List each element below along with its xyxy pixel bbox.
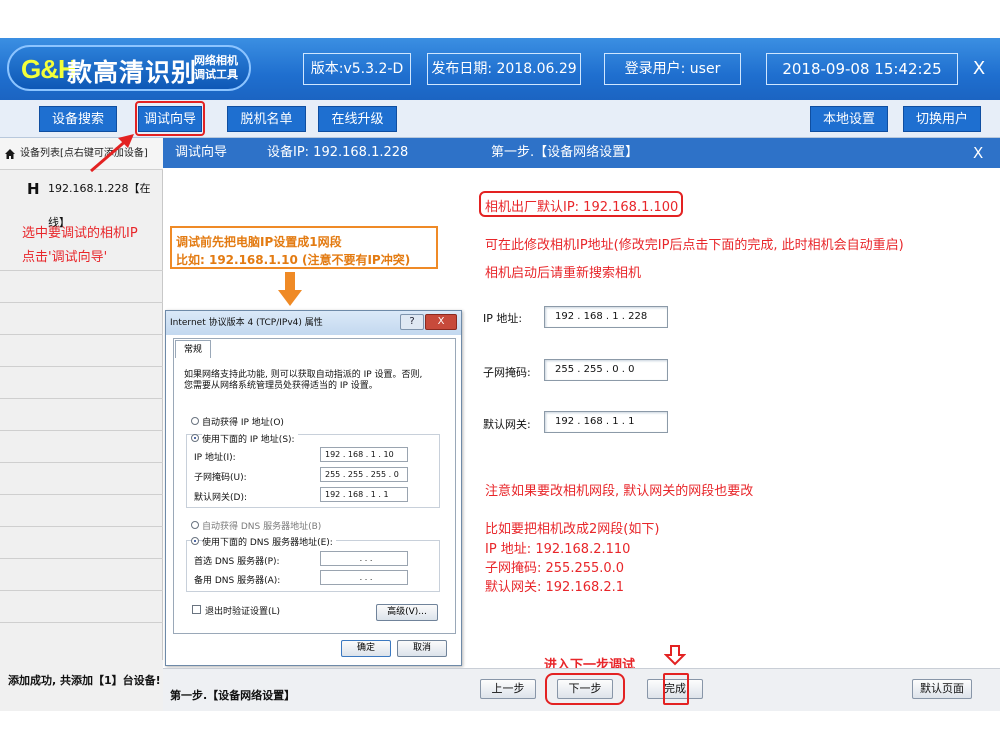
list-divider [0,398,163,399]
segment-note: 注意如果要改相机网段, 默认网关的网段也要改 [485,484,754,499]
left-annotation-line2: 点击'调试向导' [22,250,108,265]
list-divider [0,494,163,495]
auto-ip-radio[interactable] [191,417,199,425]
ip-address-input[interactable]: 192 . 168 . 1 . 228 [544,306,668,328]
online-upgrade-button[interactable]: 在线升级 [318,106,397,132]
example-ip: IP 地址: 192.168.2.110 [485,542,631,557]
example-gateway: 默认网关: 192.168.2.1 [485,580,625,595]
logo-subtitle-line2: 调试工具 [194,68,238,81]
debug-wizard-highlight [135,101,205,136]
pc-ip-instruction-line2: 比如: 192.168.1.10 (注意不要有IP冲突) [176,253,411,267]
dialog-dns2-input[interactable]: . . . [320,570,408,585]
dialog-ok-button[interactable]: 确定 [341,640,391,657]
ip-address-label: IP 地址: [483,312,523,325]
offline-list-button[interactable]: 脱机名单 [227,106,306,132]
version-label: 版本:v5.3.2-D [303,53,411,85]
dialog-dns2-label: 备用 DNS 服务器(A): [194,576,281,586]
prev-step-button[interactable]: 上一步 [480,679,536,699]
default-page-button[interactable]: 默认页面 [912,679,972,699]
subnet-mask-label: 子网掩码: [483,366,531,379]
login-user-label: 登录用户: user [604,53,741,85]
wizard-device-ip: 设备IP: 192.168.1.228 [267,145,409,160]
use-dns-label: 使用下面的 DNS 服务器地址(E): [202,535,336,548]
dialog-dns1-label: 首选 DNS 服务器(P): [194,557,280,567]
down-arrow-icon [664,645,686,666]
dialog-ip-input[interactable]: 192 . 168 . 1 . 10 [320,447,408,462]
list-divider [0,334,163,335]
dialog-dns1-input[interactable]: . . . [320,551,408,566]
list-divider [0,302,163,303]
dialog-help-button[interactable]: ? [400,314,424,330]
example-title: 比如要把相机改成2网段(如下) [485,522,660,537]
logo-subtitle: 网络相机 调试工具 [194,54,250,82]
modify-ip-note-line1: 可在此修改相机IP地址(修改完IP后点击下面的完成, 此时相机会自动重启) [485,238,904,253]
dialog-gateway-label: 默认网关(D): [194,493,247,503]
validate-label: 退出时验证设置(L) [205,607,281,617]
use-ip-radio[interactable] [191,434,199,442]
wizard-step-title: 第一步.【设备网络设置】 [491,145,639,160]
next-step-button[interactable]: 下一步 [557,679,613,699]
left-annotation-line1: 选中要调试的相机IP [22,226,138,241]
list-divider [0,462,163,463]
release-date-label: 发布日期: 2018.06.29 [427,53,581,85]
device-list-heading: 设备列表[点右键可添加设备] [0,138,163,170]
logo-subtitle-line1: 网络相机 [194,54,238,67]
finish-highlight [663,673,689,705]
dialog-cancel-button[interactable]: 取消 [397,640,447,657]
app-window: G&H 款高清识别 网络相机 调试工具 版本:v5.3.2-D 发布日期: 20… [0,0,1000,750]
dialog-gateway-input[interactable]: 192 . 168 . 1 . 1 [320,487,408,502]
validate-checkbox[interactable] [192,605,201,614]
example-mask: 子网掩码: 255.255.0.0 [485,561,625,576]
list-divider [0,526,163,527]
list-divider [0,366,163,367]
switch-user-button[interactable]: 切换用户 [903,106,981,132]
arrow-down-icon [278,272,302,306]
list-divider [0,270,163,271]
list-divider [0,590,163,591]
auto-dns-radio[interactable] [191,521,199,529]
device-search-button[interactable]: 设备搜索 [39,106,117,132]
pc-ip-instruction-line1: 调试前先把电脑IP设置成1网段 [176,235,342,249]
wizard-title: 调试向导 [175,145,228,160]
dialog-mask-label: 子网掩码(U): [194,473,247,483]
use-dns-radio[interactable] [191,537,199,545]
app-close-button[interactable]: X [966,56,992,82]
auto-ip-label: 自动获得 IP 地址(O) [202,418,284,428]
home-icon [5,149,15,159]
tab-general[interactable]: 常规 [175,340,211,358]
list-divider [0,558,163,559]
dialog-advanced-button[interactable]: 高级(V)... [376,604,438,621]
device-list-item[interactable]: H 192.168.1.228【在线】 [0,172,163,229]
app-logo: G&H 款高清识别 网络相机 调试工具 [7,45,251,91]
status-message: 添加成功, 共添加【1】台设备! [0,660,163,711]
footer-step-label: 第一步.【设备网络设置】 [170,689,296,702]
dialog-mask-input[interactable]: 255 . 255 . 255 . 0 [320,467,408,482]
dialog-ip-label: IP 地址(I): [194,453,236,463]
gateway-label: 默认网关: [483,418,531,431]
device-type-icon: H [27,180,40,198]
list-divider [0,622,163,623]
logo-title: 款高清识别 [67,58,198,87]
default-ip-note: 相机出厂默认IP: 192.168.1.100 [485,200,679,215]
use-ip-label: 使用下面的 IP 地址(S): [202,432,298,445]
annotation-arrow-icon [90,134,134,173]
wizard-header: 调试向导 设备IP: 192.168.1.228 第一步.【设备网络设置】 X [163,138,1000,168]
subnet-mask-input[interactable]: 255 . 255 . 0 . 0 [544,359,668,381]
local-settings-button[interactable]: 本地设置 [810,106,888,132]
dialog-close-button[interactable]: X [425,314,457,330]
auto-dns-label: 自动获得 DNS 服务器地址(B) [202,522,322,532]
modify-ip-note-line2: 相机启动后请重新搜索相机 [485,266,642,281]
wizard-close-button[interactable]: X [973,138,983,168]
dialog-description-line2: 您需要从网络系统管理员处获得适当的 IP 设置。 [184,381,378,391]
list-divider [0,430,163,431]
datetime-label: 2018-09-08 15:42:25 [766,53,958,85]
gateway-input[interactable]: 192 . 168 . 1 . 1 [544,411,668,433]
